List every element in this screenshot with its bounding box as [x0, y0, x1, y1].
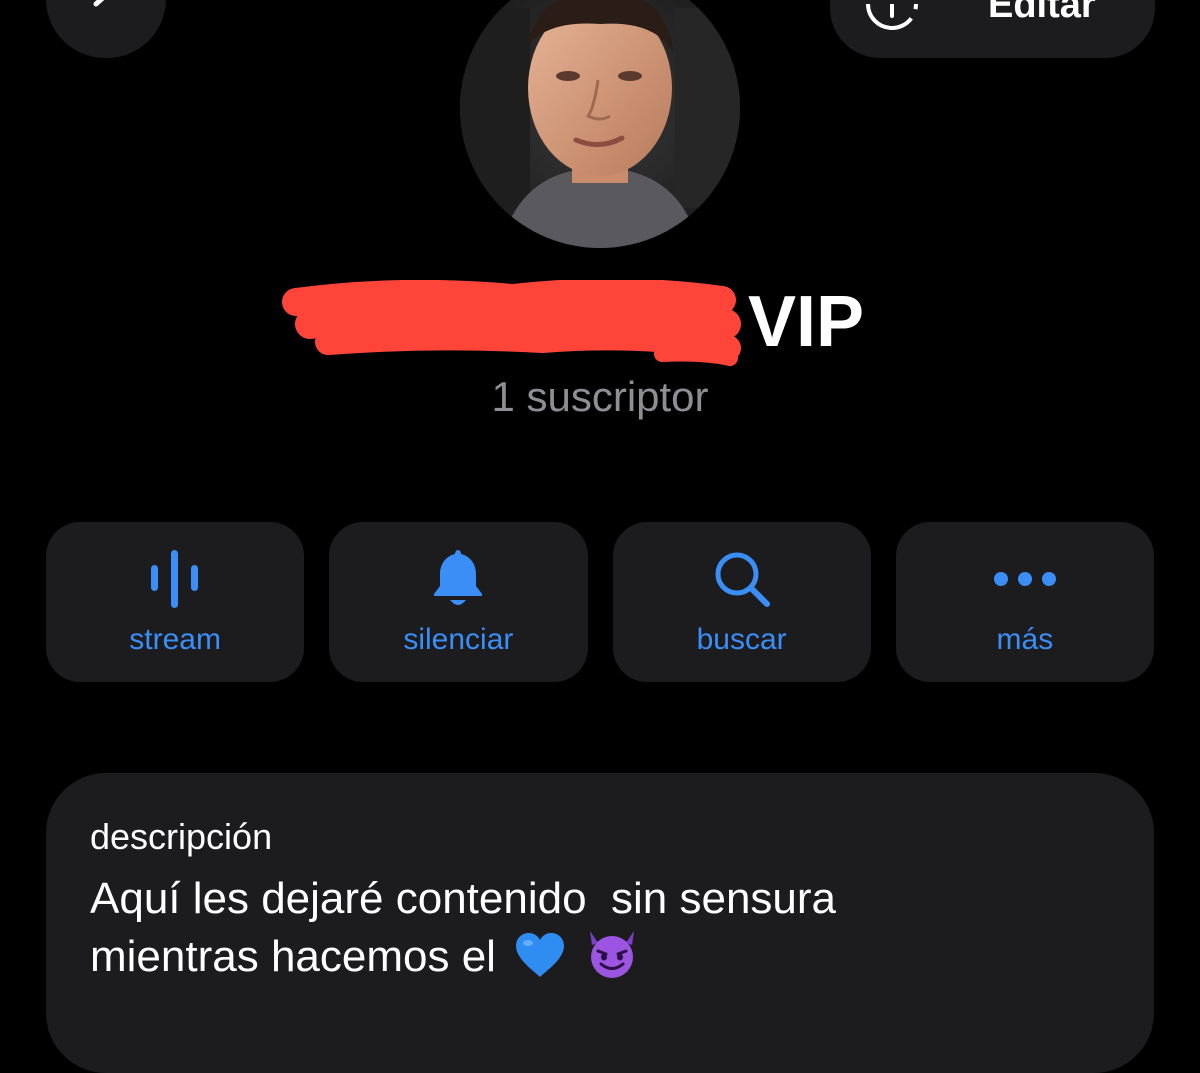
stream-button[interactable]: stream	[46, 522, 305, 682]
more-dots-icon	[993, 572, 1056, 586]
back-button[interactable]	[46, 0, 166, 58]
profile-photo	[460, 0, 740, 248]
redacted-name-scribble	[282, 280, 741, 366]
edit-label: Editar	[988, 0, 1096, 26]
description-line-1: Aquí les dejaré contenido sin sensura	[90, 874, 837, 923]
bell-icon	[434, 550, 483, 605]
subscriber-count: 1 suscriptor	[491, 373, 709, 420]
action-bar: stream silenciar buscar más	[46, 522, 1154, 682]
search-icon	[715, 552, 770, 607]
more-label: más	[996, 623, 1054, 656]
edit-button[interactable]: Editar	[830, 0, 1155, 58]
chevron-left-icon	[93, 0, 105, 7]
channel-name-row: VIP	[0, 280, 1200, 370]
search-button[interactable]: buscar	[612, 522, 871, 682]
avatar[interactable]	[460, 0, 740, 248]
mute-label: silenciar	[403, 623, 514, 656]
mute-button[interactable]: silenciar	[329, 522, 588, 682]
waveform-icon	[151, 550, 199, 608]
stream-label: stream	[129, 623, 221, 656]
description-card: descripción Aquí les dejaré contenido si…	[46, 773, 1154, 1073]
description-line-2: mientras hacemos el	[90, 927, 1090, 985]
description-text[interactable]: Aquí les dejaré contenido sin sensura mi…	[90, 871, 1090, 985]
edit-circle-icon	[866, 4, 918, 30]
smiling-imp-icon	[590, 931, 635, 978]
channel-name-suffix: VIP	[748, 282, 865, 362]
blue-heart-icon	[516, 933, 565, 977]
search-label: buscar	[696, 623, 787, 656]
description-line-2-text: mientras hacemos el	[90, 932, 496, 981]
description-title: descripción	[90, 816, 273, 857]
more-button[interactable]: más	[895, 522, 1154, 682]
